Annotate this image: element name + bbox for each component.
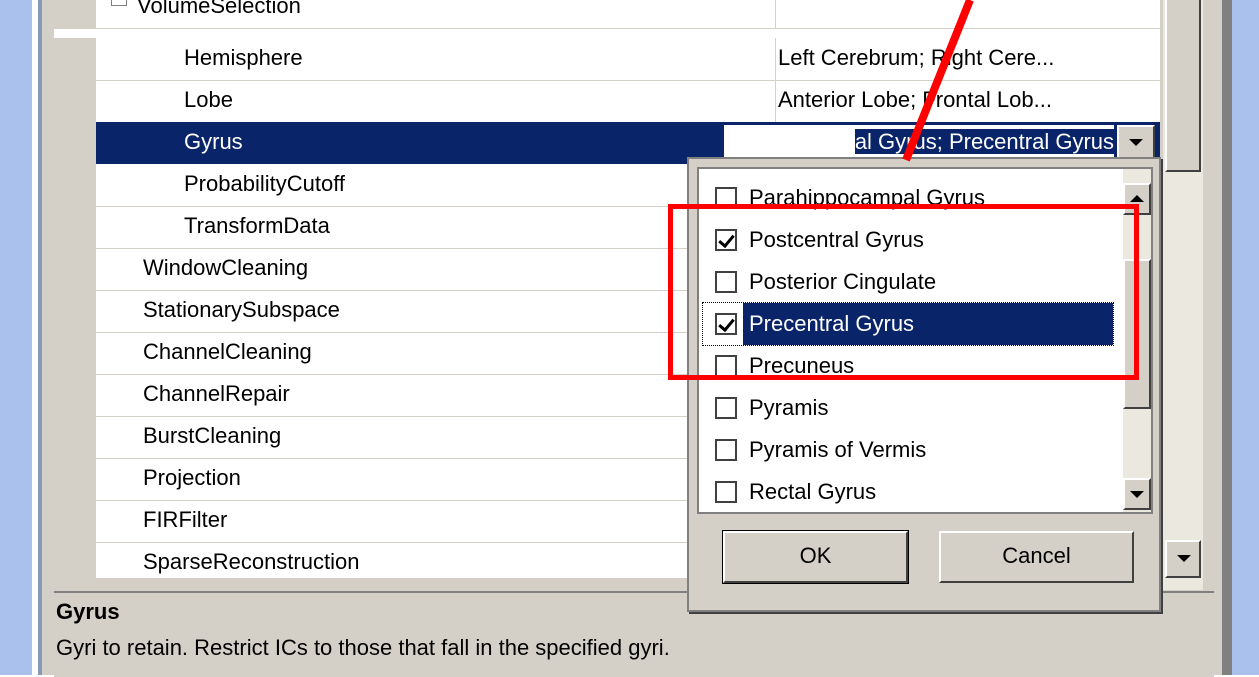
property-name: VolumeSelection [137,0,301,18]
property-name: Hemisphere [184,45,303,70]
property-name: Lobe [184,87,233,112]
row-gutter [54,80,96,123]
grid-row-volumeselection[interactable]: VolumeSelection [54,0,1160,29]
gyrus-dropdown-button[interactable] [1117,125,1155,160]
column-divider [775,38,776,81]
right-border [1222,0,1232,675]
row-gutter [54,122,96,165]
row-gutter [54,0,96,29]
property-name: BurstCleaning [143,423,282,448]
list-item-label: Pyramis [749,395,829,420]
property-name: WindowCleaning [143,255,309,280]
row-gutter [54,374,96,417]
collapse-icon[interactable] [111,0,127,6]
list-item-label: Pyramis of Vermis [749,437,927,462]
row-gutter [54,500,96,543]
right-background-strip [1232,0,1259,675]
property-name: StationarySubspace [143,297,340,322]
row-gutter [54,542,96,578]
row-gutter [54,206,96,249]
list-item[interactable]: Pyramis of Vermis [703,429,1113,471]
property-name: ProbabilityCutoff [184,171,346,196]
list-item-label: Rectal Gyrus [749,479,877,504]
grid-scroll-down-button[interactable] [1165,540,1201,578]
property-name: ChannelCleaning [143,339,312,364]
row-gutter [54,164,96,207]
chevron-down-icon [1130,491,1144,498]
list-item[interactable]: Pyramis [703,387,1113,429]
checklist-scroll-down-button[interactable] [1123,478,1151,510]
checkbox[interactable] [715,397,737,419]
property-value[interactable]: Left Cerebrum; Right Cere... [778,38,1054,80]
row-gutter [54,248,96,291]
column-divider [775,0,776,29]
property-name: SparseReconstruction [143,549,360,574]
row-gutter [54,416,96,459]
chevron-up-icon [1130,195,1144,202]
checkbox[interactable] [715,439,737,461]
property-name: FIRFilter [143,507,228,532]
cancel-button[interactable]: Cancel [939,531,1134,583]
chevron-down-icon [1129,139,1143,146]
property-name: TransformData [184,213,330,238]
row-gutter [54,458,96,501]
row-divider [96,28,1160,29]
gyrus-value-text: al Gyrus; Precentral Gyrus [854,125,1114,158]
description-title: Gyrus [56,599,120,624]
description-text: Gyri to retain. Restrict ICs to those th… [56,635,670,660]
grid-row-hemisphere[interactable]: Hemisphere Left Cerebrum; Right Cere... [54,38,1160,81]
left-background-strip [0,0,32,675]
property-value[interactable]: Anterior Lobe; Frontal Lob... [778,80,1052,122]
row-gutter [54,332,96,375]
grid-row-lobe[interactable]: Lobe Anterior Lobe; Frontal Lob... [54,80,1160,123]
annotation-highlight-box [668,204,1139,380]
checkbox[interactable] [715,481,737,503]
ok-button[interactable]: OK [722,530,909,584]
property-name: ChannelRepair [143,381,290,406]
row-gutter [54,290,96,333]
column-divider [775,80,776,123]
property-name: Projection [143,465,241,490]
list-item[interactable]: Rectal Gyrus [703,471,1113,512]
row-gutter [54,38,96,81]
gyrus-value-editor[interactable]: al Gyrus; Precentral Gyrus [724,125,1114,160]
gyrus-value-selection: al Gyrus; Precentral Gyrus [854,129,1114,154]
chevron-down-icon [1177,555,1191,562]
grid-scrollbar-thumb[interactable] [1165,0,1201,172]
